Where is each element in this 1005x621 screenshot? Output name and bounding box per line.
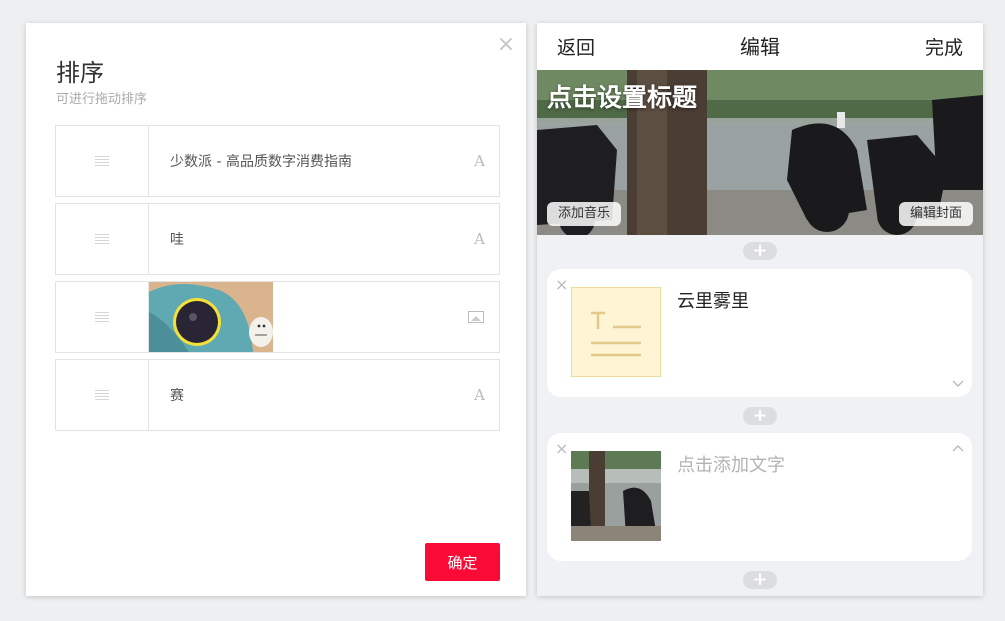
image-thumbnail bbox=[149, 282, 273, 352]
editor-panel: 返回 编辑 完成 点击设置标题 添加音乐 编辑封面 + × 云里雾里 + × 点… bbox=[537, 23, 983, 596]
dialog-subtitle: 可进行拖动排序 bbox=[56, 92, 148, 107]
nav-bar: 返回 编辑 完成 bbox=[537, 23, 983, 70]
text-type-icon: A bbox=[474, 152, 485, 170]
add-section-button[interactable]: + bbox=[743, 242, 777, 260]
page-title: 编辑 bbox=[740, 35, 780, 59]
cover-title[interactable]: 点击设置标题 bbox=[547, 78, 697, 114]
sort-dialog: × 排序 可进行拖动排序 少数派 - 高品质数字消费指南 A 哇 A 赛 A 确… bbox=[26, 23, 526, 596]
text-block-icon bbox=[571, 287, 661, 377]
text-type-icon: A bbox=[474, 386, 485, 404]
drag-handle-icon[interactable] bbox=[56, 204, 149, 274]
add-section-button[interactable]: + bbox=[743, 571, 777, 589]
image-thumbnail bbox=[571, 451, 661, 541]
card-text[interactable]: 云里雾里 bbox=[677, 287, 749, 313]
delete-icon[interactable]: × bbox=[555, 439, 568, 458]
done-button[interactable]: 完成 bbox=[925, 33, 963, 60]
sort-row[interactable]: 赛 A bbox=[55, 359, 500, 431]
confirm-button[interactable]: 确定 bbox=[425, 543, 500, 581]
drag-handle-icon[interactable] bbox=[56, 282, 149, 352]
sort-row-text: 赛 bbox=[170, 388, 184, 404]
chevron-down-icon[interactable] bbox=[952, 377, 964, 389]
sort-row-text: 少数派 - 高品质数字消费指南 bbox=[170, 154, 352, 170]
chevron-up-icon[interactable] bbox=[952, 443, 964, 455]
drag-handle-icon[interactable] bbox=[56, 360, 149, 430]
sort-row-text: 哇 bbox=[170, 232, 184, 248]
drag-handle-icon[interactable] bbox=[56, 126, 149, 196]
content-card[interactable]: × 点击添加文字 bbox=[547, 433, 972, 561]
edit-cover-button[interactable]: 编辑封面 bbox=[898, 202, 973, 226]
sort-row[interactable] bbox=[55, 281, 500, 353]
sort-list: 少数派 - 高品质数字消费指南 A 哇 A 赛 A bbox=[55, 125, 500, 437]
sort-row[interactable]: 少数派 - 高品质数字消费指南 A bbox=[55, 125, 500, 197]
cover-image[interactable]: 点击设置标题 添加音乐 编辑封面 bbox=[537, 70, 983, 235]
image-type-icon bbox=[468, 311, 484, 323]
delete-icon[interactable]: × bbox=[555, 275, 568, 294]
text-type-icon: A bbox=[474, 230, 485, 248]
sort-row[interactable]: 哇 A bbox=[55, 203, 500, 275]
dialog-title: 排序 bbox=[56, 59, 104, 87]
add-music-button[interactable]: 添加音乐 bbox=[547, 202, 622, 226]
content-card[interactable]: × 云里雾里 bbox=[547, 269, 972, 397]
close-icon[interactable]: × bbox=[496, 34, 516, 56]
add-section-button[interactable]: + bbox=[743, 407, 777, 425]
card-text-placeholder[interactable]: 点击添加文字 bbox=[677, 451, 785, 477]
